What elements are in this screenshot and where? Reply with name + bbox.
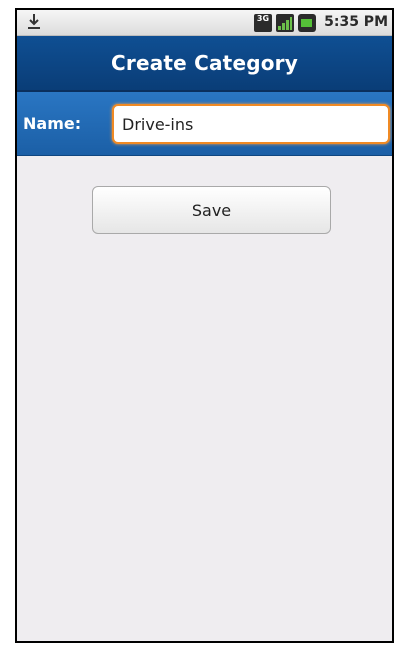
page-title: Create Category — [111, 51, 298, 75]
name-label: Name: — [23, 114, 82, 133]
download-icon — [28, 14, 40, 29]
3g-icon: 3G — [254, 14, 272, 32]
status-bar: 3G 5:35 PM — [17, 10, 392, 36]
phone-screen: 3G 5:35 PM Create Category Name: Save — [15, 8, 394, 643]
save-button[interactable]: Save — [92, 186, 331, 234]
name-row: Name: — [17, 92, 392, 156]
signal-icon — [276, 14, 294, 32]
battery-icon — [298, 14, 316, 32]
title-bar: Create Category — [17, 36, 392, 92]
name-input[interactable] — [112, 104, 390, 144]
status-time: 5:35 PM — [324, 14, 388, 30]
